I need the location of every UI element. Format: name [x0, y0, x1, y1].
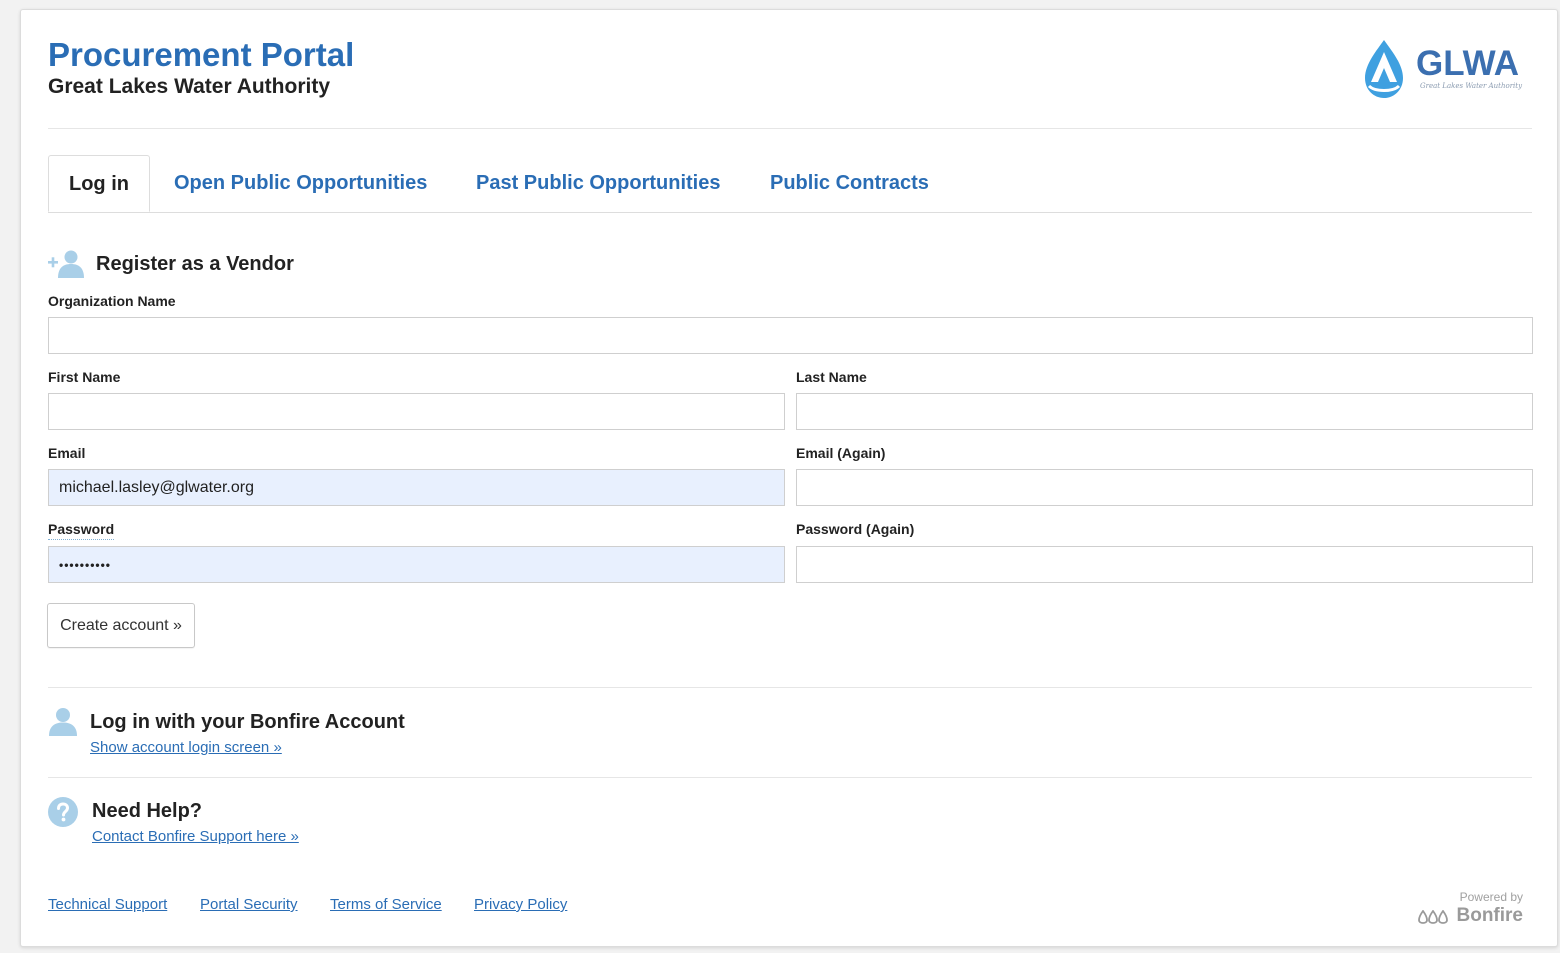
powered-by-label: Powered by	[1459, 890, 1523, 904]
show-login-link[interactable]: Show account login screen »	[90, 739, 282, 756]
tab-public-contracts[interactable]: Public Contracts	[770, 155, 929, 212]
first-name-input[interactable]	[48, 393, 785, 430]
logo-tagline: Great Lakes Water Authority	[1420, 82, 1523, 90]
portal-card: Procurement Portal Great Lakes Water Aut…	[20, 9, 1558, 947]
tab-open-public-opportunities[interactable]: Open Public Opportunities	[174, 155, 427, 212]
page-subtitle: Great Lakes Water Authority	[48, 75, 331, 98]
password-input[interactable]	[48, 546, 785, 583]
logo-text: GLWA	[1416, 44, 1520, 83]
section-divider	[48, 777, 1532, 778]
create-account-button[interactable]: Create account »	[47, 603, 195, 648]
glwa-logo: GLWA Great Lakes Water Authority	[1357, 38, 1527, 100]
org-name-input[interactable]	[48, 317, 1533, 354]
password-again-label: Password (Again)	[796, 521, 915, 537]
email-label: Email	[48, 445, 86, 461]
last-name-label: Last Name	[796, 369, 867, 385]
user-icon	[49, 708, 77, 736]
org-name-label: Organization Name	[48, 293, 176, 309]
contact-support-link[interactable]: Contact Bonfire Support here »	[92, 828, 299, 845]
header-divider	[48, 128, 1532, 129]
bonfire-logo-icon	[1418, 910, 1448, 924]
footer-link-terms-of-service[interactable]: Terms of Service	[330, 896, 442, 913]
email-again-input[interactable]	[796, 469, 1533, 506]
register-title: Register as a Vendor	[96, 253, 294, 275]
email-input[interactable]	[48, 469, 785, 506]
bonfire-login-title: Log in with your Bonfire Account	[90, 711, 405, 733]
help-title: Need Help?	[92, 800, 203, 822]
tab-log-in[interactable]: Log in	[48, 155, 150, 212]
add-user-icon	[48, 250, 84, 278]
password-label: Password	[48, 521, 115, 540]
tab-bar: Log in Open Public Opportunities Past Pu…	[48, 155, 1532, 213]
help-icon	[48, 797, 78, 827]
last-name-input[interactable]	[796, 393, 1533, 430]
bonfire-brand-text: Bonfire	[1456, 905, 1524, 926]
footer-link-privacy-policy[interactable]: Privacy Policy	[474, 896, 567, 913]
footer-link-portal-security[interactable]: Portal Security	[200, 896, 298, 913]
password-again-input[interactable]	[796, 546, 1533, 583]
glwa-logo-icon	[1365, 40, 1403, 98]
first-name-label: First Name	[48, 369, 121, 385]
tab-past-public-opportunities[interactable]: Past Public Opportunities	[476, 155, 720, 212]
email-again-label: Email (Again)	[796, 445, 886, 461]
section-divider	[48, 687, 1532, 688]
bonfire-logo[interactable]: Bonfire	[1401, 905, 1523, 929]
footer-link-technical-support[interactable]: Technical Support	[48, 896, 167, 913]
page-title: Procurement Portal	[48, 36, 355, 73]
